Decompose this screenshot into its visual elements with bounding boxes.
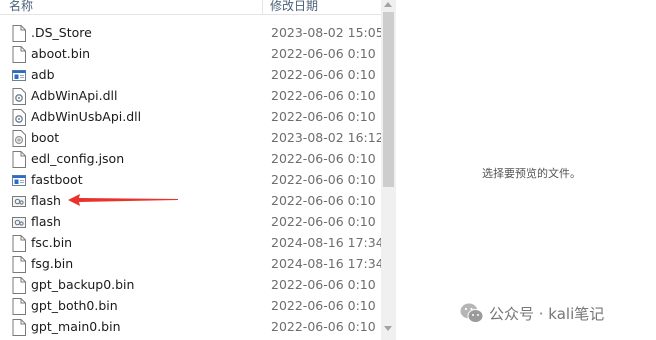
scroll-up-arrow-icon[interactable]	[384, 2, 392, 7]
file-row[interactable]: AdbWinApi.dll 2022-06-06 0:10	[0, 86, 380, 107]
file-name: flash	[31, 214, 61, 229]
file-modified-date: 2022-06-06 0:10	[271, 151, 376, 166]
file-name: fsc.bin	[31, 235, 73, 250]
preview-message: 选择要预览的文件。	[482, 167, 581, 180]
file-row[interactable]: aboot.bin 2022-06-06 0:10	[0, 44, 380, 65]
file-icon	[12, 151, 26, 168]
file-row[interactable]: edl_config.json 2022-06-06 0:10	[0, 149, 380, 170]
file-row[interactable]: AdbWinUsbApi.dll 2022-06-06 0:10	[0, 107, 380, 128]
file-name: AdbWinUsbApi.dll	[31, 109, 142, 124]
watermark-text: 公众号 · kali笔记	[489, 305, 605, 323]
file-name: flash	[31, 193, 61, 208]
file-modified-date: 2022-06-06 0:10	[271, 193, 376, 208]
file-modified-date: 2022-06-06 0:10	[271, 109, 376, 124]
file-name: boot	[31, 130, 60, 145]
file-name: .DS_Store	[31, 25, 92, 40]
file-row[interactable]: boot 2023-08-02 16:12	[0, 128, 382, 149]
dll-icon	[12, 88, 26, 105]
disc-file-icon	[12, 130, 26, 147]
file-row[interactable]: flash 2022-06-06 0:10	[0, 212, 380, 233]
file-icon	[12, 46, 26, 63]
file-icon	[12, 298, 26, 315]
file-row[interactable]: adb 2022-06-06 0:10	[0, 65, 380, 86]
file-name: aboot.bin	[31, 46, 91, 61]
file-modified-date: 2022-06-06 0:10	[271, 67, 376, 82]
file-name: edl_config.json	[31, 151, 125, 166]
file-row[interactable]: flash 2022-06-06 0:10	[0, 191, 380, 212]
file-modified-date: 2022-06-06 0:10	[271, 298, 376, 313]
file-name: gpt_backup0.bin	[31, 277, 135, 292]
file-row[interactable]: gpt_main0.bin 2022-06-06 0:10	[0, 317, 380, 338]
file-icon	[12, 319, 26, 336]
file-name: fastboot	[31, 172, 83, 187]
file-list-pane: 名称 修改日期 .DS_Store 2023-08-02 15:05 aboot.b…	[0, 0, 382, 340]
file-modified-date: 2023-08-02 16:12	[271, 130, 382, 145]
file-name: AdbWinApi.dll	[31, 88, 118, 103]
red-arrow-annotation	[68, 194, 178, 206]
file-row[interactable]: fsc.bin 2024-08-16 17:34	[0, 233, 382, 254]
vertical-scrollbar[interactable]	[381, 0, 396, 340]
column-header: 名称 修改日期	[0, 0, 382, 15]
scroll-thumb[interactable]	[383, 12, 394, 187]
dll-icon	[12, 109, 26, 126]
scroll-down-arrow-icon[interactable]	[384, 326, 392, 331]
file-modified-date: 2022-06-06 0:10	[271, 214, 376, 229]
batch-icon	[12, 214, 26, 231]
file-modified-date: 2022-06-06 0:10	[271, 277, 376, 292]
exe-icon	[12, 172, 26, 189]
file-row[interactable]: fastboot 2022-06-06 0:10	[0, 170, 380, 191]
file-modified-date: 2022-06-06 0:10	[271, 319, 376, 334]
preview-pane: 选择要预览的文件。	[396, 0, 656, 340]
file-modified-date: 2023-08-02 15:05	[271, 25, 382, 40]
file-row[interactable]: gpt_both0.bin 2022-06-06 0:10	[0, 296, 380, 317]
file-modified-date: 2024-08-16 17:34	[271, 256, 382, 271]
file-icon	[12, 235, 26, 252]
file-name: gpt_both0.bin	[31, 298, 118, 313]
file-modified-date: 2022-06-06 0:10	[271, 46, 376, 61]
file-icon	[12, 25, 26, 42]
column-divider[interactable]	[262, 0, 263, 14]
file-name: fsg.bin	[31, 256, 74, 271]
file-modified-date: 2022-06-06 0:10	[271, 172, 376, 187]
file-icon	[12, 277, 26, 294]
exe-icon	[12, 67, 26, 84]
date-column-header[interactable]: 修改日期	[270, 0, 318, 14]
file-row[interactable]: fsg.bin 2024-08-16 17:34	[0, 254, 382, 275]
name-column-header[interactable]: 名称	[9, 0, 33, 14]
file-modified-date: 2024-08-16 17:34	[271, 235, 382, 250]
batch-icon	[12, 193, 26, 210]
file-modified-date: 2022-06-06 0:10	[271, 88, 376, 103]
file-icon	[12, 256, 26, 273]
file-row[interactable]: gpt_backup0.bin 2022-06-06 0:10	[0, 275, 380, 296]
file-name: adb	[31, 67, 55, 82]
file-name: gpt_main0.bin	[31, 319, 121, 334]
file-row[interactable]: .DS_Store 2023-08-02 15:05	[0, 23, 382, 44]
wechat-logo-icon	[460, 303, 484, 323]
